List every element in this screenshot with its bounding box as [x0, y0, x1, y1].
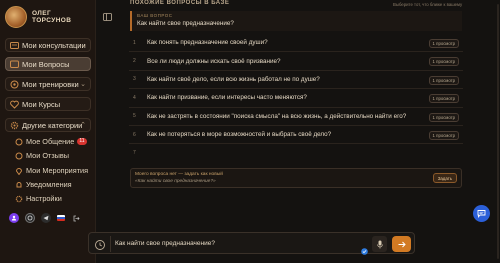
sidebar-subitem-label: Мои Мероприятия [26, 166, 89, 175]
question-row[interactable]: 2 Все ли люди должны искать своё призван… [129, 52, 463, 71]
send-button[interactable] [392, 236, 411, 252]
chat-support-button[interactable] [473, 205, 490, 222]
telegram-icon[interactable] [41, 213, 51, 223]
question-text: Как не застрять в состоянии "поиска смыс… [147, 112, 407, 120]
sidebar-item-label: Мои Вопросы [22, 59, 70, 69]
sidebar-item-questions[interactable]: Мои Вопросы [5, 57, 91, 71]
question-number: 2 [133, 58, 136, 65]
sidebar-item-label: Мои тренировки [22, 79, 79, 89]
question-text: Все ли люди должны искать своё призвание… [147, 57, 281, 65]
sidebar-item-courses[interactable]: Мои Курсы [5, 97, 91, 111]
brand-name: ОЛЕГ ТОРСУНОВ [32, 9, 72, 25]
sidebar-item-label: Мои консультации [22, 40, 86, 50]
question-views-badge[interactable]: 1 просмотр [428, 57, 459, 67]
question-views-badge[interactable]: 1 просмотр [428, 94, 459, 104]
question-row[interactable]: 4 Как найти призвание, если интересы час… [129, 89, 463, 108]
question-text: Как найти своё дело, если всю жизнь рабо… [147, 75, 320, 83]
your-question-text: Как найти свое предназначение? [137, 20, 234, 27]
gear-icon [15, 195, 23, 203]
question-number: 4 [133, 94, 136, 101]
microphone-icon [376, 240, 383, 248]
ask-as-new-text: «Как найти свое предназначение?» [135, 179, 216, 184]
question-views-badge[interactable]: 1 просмотр [428, 39, 459, 48]
ask-as-new-block[interactable]: Моего вопроса нет — задать как новый «Ка… [130, 168, 462, 188]
heart-icon [10, 100, 19, 109]
sidebar-item-consultations[interactable]: Мои консультации ⌄ [5, 38, 91, 52]
question-number: 1 [133, 39, 136, 46]
sidebar-item-trainings[interactable]: Мои тренировки ⌄ [5, 77, 91, 91]
sidebar-item-label: Мои Курсы [22, 99, 61, 109]
sidebar-subitem-reviews[interactable]: Мои Отзывы [15, 151, 69, 160]
review-icon [15, 152, 23, 160]
consultation-icon [10, 41, 19, 50]
sidebar-subitem-label: Настройки [26, 194, 62, 203]
whatsapp-icon[interactable] [25, 213, 35, 223]
ask-new-button[interactable]: Задать [432, 173, 457, 183]
chat-icon [15, 138, 23, 146]
page-scrollbar[interactable] [497, 4, 499, 259]
sidebar-subitem-communication[interactable]: Мое Общение 11 [15, 137, 87, 146]
your-question-block: ВАШ ВОПРОС Как найти свое предназначение… [130, 11, 462, 31]
question-row[interactable]: 3 Как найти своё дело, если всю жизнь ра… [129, 71, 463, 90]
question-row[interactable]: 5 Как не застрять в состоянии "поиска см… [129, 108, 463, 126]
input-divider [110, 236, 111, 252]
logout-icon[interactable] [71, 213, 81, 223]
question-number: 3 [133, 76, 136, 83]
sidebar-subitem-label: Уведомления [26, 180, 72, 189]
question-row[interactable]: 1 Как понять предназначение своей души? … [129, 34, 463, 53]
question-icon [10, 60, 19, 69]
sidebar-subitem-notifications[interactable]: Уведомления [15, 180, 72, 189]
message-input-bar: Как найти свое предназначение? [88, 232, 415, 255]
similar-questions-list: 1 Как понять предназначение своей души? … [129, 34, 463, 160]
question-number: 5 [133, 113, 136, 120]
question-views-badge[interactable]: 1 просмотр [428, 130, 459, 140]
ask-as-new-label: Моего вопроса нет — задать как новый [135, 172, 223, 177]
question-views-badge[interactable]: 1 просмотр [428, 112, 459, 122]
question-text: Как не потеряться в море возможностей и … [147, 131, 332, 139]
microphone-button[interactable] [372, 236, 387, 252]
question-views-badge[interactable]: 1 просмотр [428, 75, 459, 85]
profile-icon[interactable] [9, 213, 19, 223]
sidebar-bottom-actions [9, 213, 87, 223]
history-clock-icon[interactable] [94, 238, 106, 250]
question-number: 6 [133, 131, 136, 138]
language-flag-icon[interactable] [57, 215, 65, 221]
brand[interactable]: ОЛЕГ ТОРСУНОВ [5, 6, 80, 28]
question-text: Как понять предназначение своей души? [147, 39, 268, 47]
hint-text: Выберите тот, что ближе к вашему [393, 2, 463, 7]
chat-bubble-icon [477, 210, 486, 218]
sidebar: ОЛЕГ ТОРСУНОВ Мои консультации ⌄ Мои Воп… [0, 0, 96, 263]
training-icon [10, 80, 19, 89]
message-input[interactable]: Как найти свое предназначение? [115, 240, 215, 247]
unread-badge: 11 [77, 138, 87, 145]
logo-avatar [5, 6, 27, 28]
chevron-up-icon: ⌃ [80, 122, 86, 129]
your-question-label: ВАШ ВОПРОС [137, 13, 173, 18]
sidebar-toggle-button[interactable] [101, 11, 113, 23]
location-pin-icon [15, 167, 23, 175]
list-fade-overlay [129, 152, 463, 162]
sidebar-subitem-label: Мое Общение [26, 137, 75, 146]
sidebar-subitem-label: Мои Отзывы [26, 151, 70, 160]
gear-icon [10, 121, 19, 130]
verified-check-icon [361, 242, 368, 255]
chevron-down-icon: ⌄ [80, 42, 86, 49]
section-title: ПОХОЖИЕ ВОПРОСЫ В БАЗЕ [130, 0, 230, 6]
question-row[interactable]: 6 Как не потеряться в море возможностей … [129, 126, 463, 145]
chevron-down-icon: ⌄ [80, 81, 86, 88]
sidebar-item-other-categories[interactable]: Другие категории ⌃ [5, 118, 91, 132]
arrow-right-icon [398, 241, 406, 247]
question-text: Как найти призвание, если интересы часто… [147, 94, 307, 102]
sidebar-item-label: Другие категории [22, 120, 83, 130]
sidebar-subitem-events[interactable]: Мои Мероприятия [15, 166, 88, 175]
sidebar-subitem-settings[interactable]: Настройки [15, 194, 62, 203]
bell-icon [15, 181, 23, 189]
